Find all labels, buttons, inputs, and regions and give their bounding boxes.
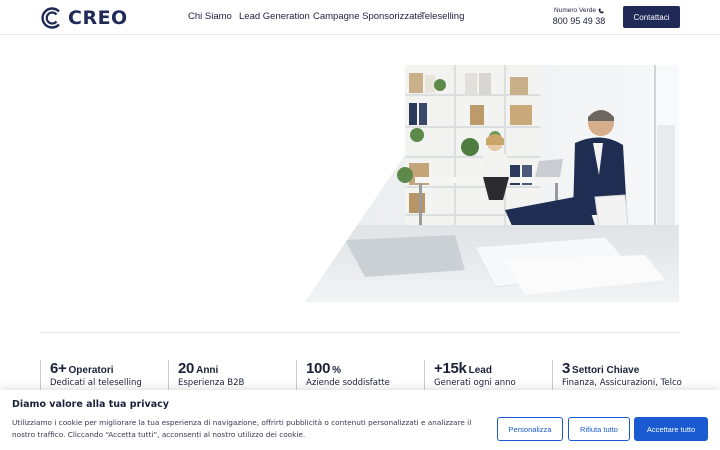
phone-label-row: Numero Verde [551, 7, 607, 14]
stat-anni: 20 Anni Esperienza B2B [168, 360, 244, 390]
stat-lead: +15k Lead Generati ogni anno [424, 360, 516, 390]
stats-row: 6+ Operatori Dedicati al teleselling 20 … [40, 360, 682, 390]
stat-heading: +15k Lead [434, 360, 516, 377]
stat-value: 6+ [50, 360, 67, 377]
nav-campagne-sponsorizzate[interactable]: Campagne Sponsorizzate [313, 11, 422, 22]
stat-aziende: 100 % Aziende soddisfatte [296, 360, 390, 390]
section-divider [40, 332, 680, 333]
stat-heading: 100 % [306, 360, 390, 377]
stat-description: Dedicati al teleselling [50, 378, 142, 388]
stat-unit: % [332, 365, 342, 376]
stat-unit: Operatori [68, 365, 114, 376]
hero-image [305, 65, 679, 302]
cookie-reject-button[interactable]: Rifiuta tutto [568, 417, 630, 441]
phone-number: 800 95 49 38 [552, 16, 606, 26]
contact-button[interactable]: Contattaci [623, 6, 680, 28]
logo[interactable]: CREO [40, 5, 128, 31]
stat-operatori: 6+ Operatori Dedicati al teleselling [40, 360, 142, 390]
stat-description: Finanza, Assicurazioni, Telco [562, 378, 682, 388]
logo-c-icon [41, 7, 60, 29]
phone-block[interactable]: Numero Verde 800 95 49 38 [551, 7, 607, 26]
cookie-customize-button[interactable]: Personalizza [497, 417, 563, 441]
cookie-banner: Diamo valore alla tua privacy Utilizziam… [0, 390, 720, 450]
stat-description: Esperienza B2B [178, 378, 245, 388]
stat-heading: 20 Anni [178, 360, 244, 377]
stat-value: 3 [562, 360, 571, 377]
stat-value: 20 [178, 360, 195, 377]
stat-settori: 3 Settori Chiave Finanza, Assicurazioni,… [552, 360, 682, 390]
logo-text: CREO [68, 7, 128, 29]
stat-heading: 3 Settori Chiave [562, 360, 682, 377]
phone-icon [598, 8, 604, 13]
cookie-accept-button[interactable]: Accettare tutto [634, 417, 708, 441]
nav-chi-siamo[interactable]: Chi Siamo [188, 11, 232, 22]
nav-teleselling[interactable]: Teleselling [420, 11, 464, 22]
site-header: CREO Chi Siamo Lead Generation Campagne … [0, 0, 720, 35]
cookie-title: Diamo valore alla tua privacy [12, 399, 169, 410]
stat-unit: Lead [468, 365, 492, 376]
stat-value: 100 [306, 360, 331, 377]
nav-lead-generation[interactable]: Lead Generation [239, 11, 310, 22]
stat-unit: Anni [196, 365, 219, 376]
cookie-text: Utilizziamo i cookie per migliorare la t… [12, 418, 472, 439]
phone-label: Numero Verde [554, 7, 596, 14]
stat-heading: 6+ Operatori [50, 360, 142, 377]
stat-description: Aziende soddisfatte [306, 378, 390, 388]
stat-unit: Settori Chiave [572, 365, 640, 376]
stat-value: +15k [434, 360, 467, 377]
stat-description: Generati ogni anno [434, 378, 516, 388]
